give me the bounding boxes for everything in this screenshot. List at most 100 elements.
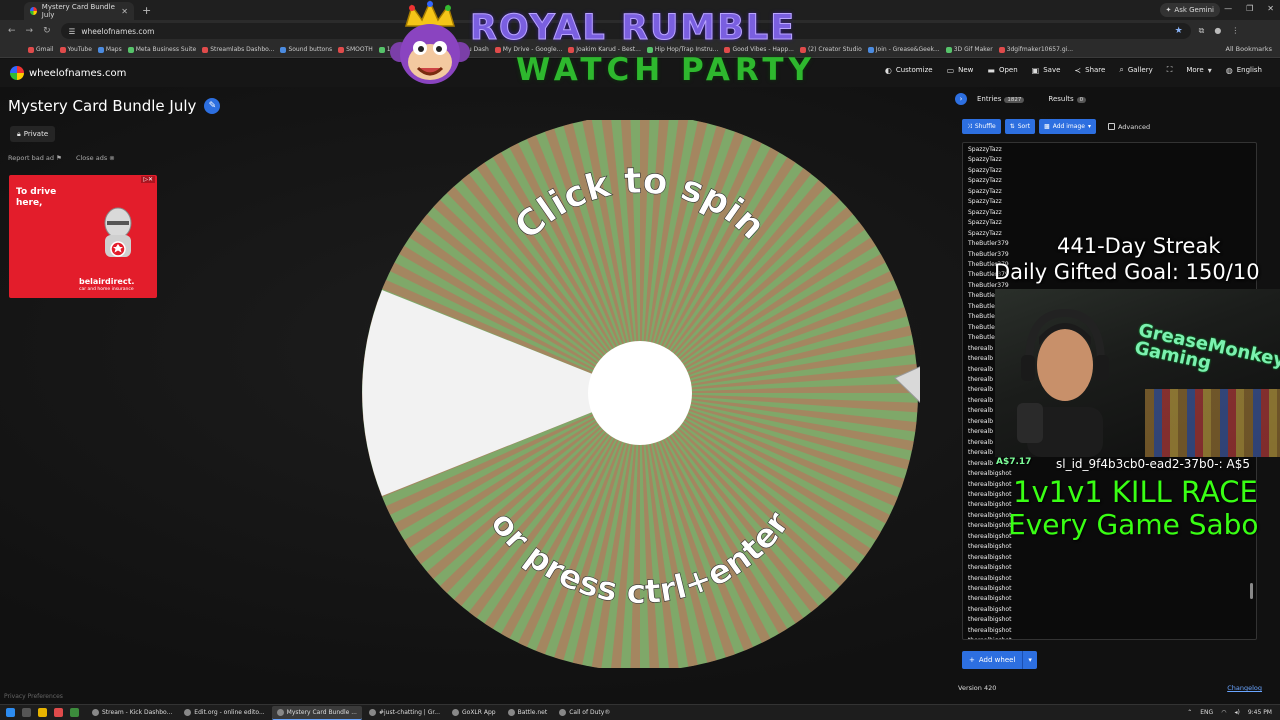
tab-entries[interactable]: Entries 1827 xyxy=(977,95,1025,103)
results-count-badge: 0 xyxy=(1076,97,1087,103)
bookmark-item[interactable]: Gmail xyxy=(28,46,54,53)
wheel-graphic[interactable]: Click to spin or press ctrl+enter xyxy=(360,115,936,671)
wifi-icon[interactable]: ◠ xyxy=(1221,709,1226,716)
more-button[interactable]: More ▾ xyxy=(1186,65,1211,75)
advanced-label: Advanced xyxy=(1117,122,1151,131)
bookmark-label: YouTube xyxy=(67,46,92,53)
shuffle-button[interactable]: ⤨ Shuffle xyxy=(962,119,1001,134)
bookmark-item[interactable]: Join - Grease&Geek... xyxy=(867,46,940,53)
start-icon[interactable] xyxy=(6,708,15,717)
bookmark-item[interactable]: SMOOTH xyxy=(338,46,373,53)
bookmark-item[interactable]: 3D Gif Maker xyxy=(945,46,993,53)
bookmark-favicon-icon xyxy=(97,46,104,53)
all-bookmarks-button[interactable]: All Bookmarks xyxy=(1219,45,1272,53)
tab-results[interactable]: Results 0 xyxy=(1048,95,1087,103)
bookmark-item[interactable]: Sound buttons xyxy=(280,46,332,53)
add-wheel-main[interactable]: + Add wheel xyxy=(962,651,1024,669)
language-button[interactable]: ◍ English xyxy=(1226,65,1262,75)
ask-gemini-button[interactable]: ✦ Ask Gemini xyxy=(1159,3,1220,17)
close-ads-label: Close ads xyxy=(75,154,108,162)
ad-choices-icon[interactable]: ▷✕ xyxy=(141,176,155,183)
close-tab-icon[interactable]: ✕ xyxy=(121,7,128,16)
taskbar-app[interactable]: Battle.net xyxy=(503,706,553,720)
private-badge[interactable]: 🔒︎ Private xyxy=(10,126,56,142)
volume-icon[interactable]: ◂) xyxy=(1234,709,1239,716)
save-button[interactable]: ▣ Save xyxy=(1032,65,1061,75)
file-explorer-icon[interactable] xyxy=(38,708,47,717)
bookmark-label: 3D Gif Maker xyxy=(953,46,993,53)
new-button[interactable]: ▭ New xyxy=(947,65,974,75)
browser-tab-active[interactable]: Mystery Card Bundle July ✕ xyxy=(24,2,134,20)
gallery-button[interactable]: ⌕ Gallery xyxy=(1119,65,1152,75)
globe-icon: ◍ xyxy=(1225,65,1233,75)
search-icon[interactable] xyxy=(22,708,31,717)
site-menu: ◐ Customize ▭ New ▬ Open ▣ Save ≺ Share ⌕ Gall… xyxy=(885,65,1262,75)
bookmark-favicon-icon xyxy=(59,46,66,53)
gifted-goal-overlay: Daily Gifted Goal: 150/10 xyxy=(994,260,1260,284)
browser-menu-icon[interactable]: ⋮ xyxy=(1231,26,1239,36)
close-circle-icon: ⊗ xyxy=(109,154,115,162)
bookmark-item[interactable]: Meta Business Suite xyxy=(127,46,196,53)
minimize-icon[interactable]: — xyxy=(1224,4,1232,13)
edit-title-button[interactable]: ✎ xyxy=(204,98,221,114)
share-button[interactable]: ≺ Share xyxy=(1074,65,1105,75)
bookmark-item[interactable]: 3dgifmaker10657.gi... xyxy=(998,46,1073,53)
bookmark-favicon-icon xyxy=(202,46,209,53)
add-wheel-button[interactable]: + Add wheel ▾ xyxy=(962,651,1037,669)
app-icon xyxy=(507,709,515,716)
webcam-overlay: GreaseMonkey Gaming xyxy=(995,289,1280,457)
add-wheel-dropdown[interactable]: ▾ xyxy=(1023,656,1037,664)
taskbar-app[interactable]: #just-chatting | Gr... xyxy=(364,706,445,720)
bookmark-item[interactable]: Streamlabs Dashbo... xyxy=(202,46,274,53)
language-indicator[interactable]: ENG xyxy=(1200,709,1213,716)
close-window-icon[interactable]: ✕ xyxy=(1267,4,1274,13)
add-image-button[interactable]: ▩ Add image ▾ xyxy=(1039,119,1096,134)
ad-headline: To drive here, xyxy=(16,187,57,208)
sort-button[interactable]: ⇅ Sort xyxy=(1004,119,1036,134)
customize-label: Customize xyxy=(895,66,933,74)
entries-toolbar: ⤨ Shuffle ⇅ Sort ▩ Add image ▾ Advanced xyxy=(962,119,1150,134)
tray-up-icon[interactable]: ⌃ xyxy=(1187,709,1192,716)
privacy-preferences-link[interactable]: Privacy Preferences xyxy=(4,693,63,700)
profile-icon[interactable]: ● xyxy=(1214,26,1221,36)
chrome-icon[interactable] xyxy=(70,708,79,717)
bookmark-item[interactable]: YouTube xyxy=(59,46,92,53)
entry-line: SpazzyTazz xyxy=(968,198,1002,206)
site-logo[interactable]: wheelofnames.com xyxy=(0,66,126,80)
extensions-icon[interactable]: ⧉ xyxy=(1199,26,1205,36)
collapse-panel-button[interactable]: › xyxy=(955,93,967,105)
caret-down-icon: ▾ xyxy=(1207,65,1212,75)
clock[interactable]: 9:45 PM xyxy=(1248,709,1272,716)
taskbar-app[interactable]: Edit.org - online edito... xyxy=(179,706,269,720)
forward-icon[interactable]: → xyxy=(26,26,34,36)
taskbar-app[interactable]: Stream - Kick Dashbo... xyxy=(87,706,177,720)
back-icon[interactable]: ← xyxy=(8,26,16,36)
advanced-checkbox[interactable]: Advanced xyxy=(1107,122,1151,131)
bookmark-item[interactable]: Maps xyxy=(97,46,122,53)
spin-wheel[interactable]: Click to spin or press ctrl+enter xyxy=(360,115,936,671)
customize-button[interactable]: ◐ Customize xyxy=(885,65,933,75)
taskbar-app-label: Mystery Card Bundle ... xyxy=(286,708,357,716)
tip-ticker-overlay: sl_id_9f4b3cb0-ead2-37b0-: A$5 xyxy=(1056,457,1250,471)
report-ad-link[interactable]: Report bad ad ⚑ xyxy=(8,154,62,162)
ad-tagline: car and home insurance xyxy=(79,287,134,292)
taskbar-app[interactable]: GoXLR App xyxy=(447,706,501,720)
screen: Mystery Card Bundle July ✕ + ✦ Ask Gemin… xyxy=(0,0,1280,720)
fullscreen-button[interactable]: ⛶ xyxy=(1167,65,1173,75)
bookmark-star-icon[interactable]: ★ xyxy=(1175,26,1183,36)
close-ads-link[interactable]: Close ads ⊗ xyxy=(76,154,115,162)
new-tab-icon[interactable]: + xyxy=(142,4,151,17)
taskbar-app[interactable]: Mystery Card Bundle ... xyxy=(271,705,362,720)
wheel-center-hub[interactable] xyxy=(588,341,692,445)
site-info-icon[interactable]: ☰ xyxy=(69,27,76,36)
open-button[interactable]: ▬ Open xyxy=(987,65,1017,75)
taskbar-app[interactable]: Call of Duty® xyxy=(554,706,615,720)
reload-icon[interactable]: ↻ xyxy=(43,26,51,36)
save-label: Save xyxy=(1043,66,1061,74)
app-icon xyxy=(368,709,376,716)
changelog-link[interactable]: Changelog xyxy=(1227,684,1262,692)
scrollbar-thumb[interactable] xyxy=(1250,583,1253,599)
maximize-icon[interactable]: ❐ xyxy=(1246,4,1253,13)
brave-icon[interactable] xyxy=(54,708,63,717)
advertisement[interactable]: ▷✕ To drive here, belairdirect. car and … xyxy=(9,175,157,298)
